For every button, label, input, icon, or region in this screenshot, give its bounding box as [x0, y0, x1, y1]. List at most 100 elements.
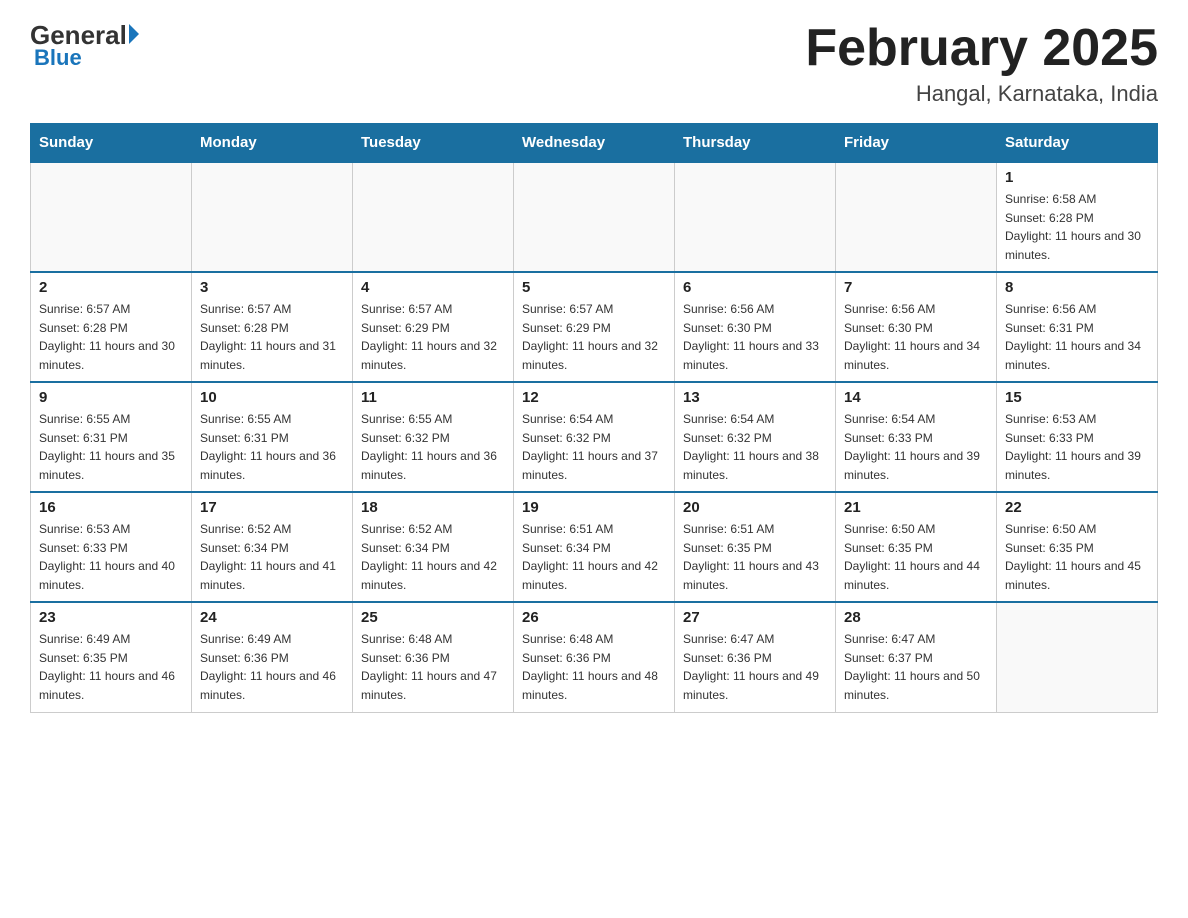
- day-number: 16: [39, 499, 183, 516]
- day-info: Sunrise: 6:48 AMSunset: 6:36 PMDaylight:…: [361, 630, 505, 704]
- day-number: 24: [200, 609, 344, 626]
- calendar-cell: 7Sunrise: 6:56 AMSunset: 6:30 PMDaylight…: [836, 272, 997, 382]
- calendar-cell: 8Sunrise: 6:56 AMSunset: 6:31 PMDaylight…: [997, 272, 1158, 382]
- day-info: Sunrise: 6:49 AMSunset: 6:35 PMDaylight:…: [39, 630, 183, 704]
- calendar-body: 1 Sunrise: 6:58 AMSunset: 6:28 PMDaylight…: [31, 162, 1158, 712]
- day-number: 21: [844, 499, 988, 516]
- day-info: Sunrise: 6:50 AMSunset: 6:35 PMDaylight:…: [844, 520, 988, 594]
- calendar-cell: 11Sunrise: 6:55 AMSunset: 6:32 PMDayligh…: [353, 382, 514, 492]
- day-info: Sunrise: 6:57 AMSunset: 6:28 PMDaylight:…: [39, 300, 183, 374]
- day-info: Sunrise: 6:48 AMSunset: 6:36 PMDaylight:…: [522, 630, 666, 704]
- day-info: Sunrise: 6:54 AMSunset: 6:32 PMDaylight:…: [683, 410, 827, 484]
- page-header: General Blue February 2025 Hangal, Karna…: [30, 20, 1158, 107]
- day-of-week-friday: Friday: [836, 124, 997, 163]
- day-of-week-thursday: Thursday: [675, 124, 836, 163]
- day-info: Sunrise: 6:55 AMSunset: 6:31 PMDaylight:…: [200, 410, 344, 484]
- calendar-cell: [192, 162, 353, 272]
- calendar-cell: [31, 162, 192, 272]
- day-number: 8: [1005, 279, 1149, 296]
- calendar-cell: [675, 162, 836, 272]
- day-number: 18: [361, 499, 505, 516]
- day-number: 19: [522, 499, 666, 516]
- day-of-week-tuesday: Tuesday: [353, 124, 514, 163]
- day-number: 14: [844, 389, 988, 406]
- calendar-cell: 10 Sunrise: 6:55 AMSunset: 6:31 PMDayligh…: [192, 382, 353, 492]
- location-title: Hangal, Karnataka, India: [805, 81, 1158, 107]
- calendar-cell: 18 Sunrise: 6:52 AMSunset: 6:34 PMDayligh…: [353, 492, 514, 602]
- day-number: 20: [683, 499, 827, 516]
- day-number: 23: [39, 609, 183, 626]
- calendar-cell: 20 Sunrise: 6:51 AMSunset: 6:35 PMDayligh…: [675, 492, 836, 602]
- day-info: Sunrise: 6:50 AMSunset: 6:35 PMDaylight:…: [1005, 520, 1149, 594]
- day-info: Sunrise: 6:57 AMSunset: 6:29 PMDaylight:…: [522, 300, 666, 374]
- day-number: 4: [361, 279, 505, 296]
- day-info: Sunrise: 6:54 AMSunset: 6:32 PMDaylight:…: [522, 410, 666, 484]
- day-number: 7: [844, 279, 988, 296]
- day-info: Sunrise: 6:51 AMSunset: 6:35 PMDaylight:…: [683, 520, 827, 594]
- calendar-cell: 23 Sunrise: 6:49 AMSunset: 6:35 PMDayligh…: [31, 602, 192, 712]
- day-of-week-sunday: Sunday: [31, 124, 192, 163]
- day-number: 5: [522, 279, 666, 296]
- calendar-cell: 14 Sunrise: 6:54 AMSunset: 6:33 PMDayligh…: [836, 382, 997, 492]
- day-info: Sunrise: 6:47 AMSunset: 6:36 PMDaylight:…: [683, 630, 827, 704]
- calendar-week-5: 23 Sunrise: 6:49 AMSunset: 6:35 PMDayligh…: [31, 602, 1158, 712]
- calendar-cell: [997, 602, 1158, 712]
- calendar-cell: [836, 162, 997, 272]
- calendar-week-1: 1 Sunrise: 6:58 AMSunset: 6:28 PMDaylight…: [31, 162, 1158, 272]
- days-of-week-row: SundayMondayTuesdayWednesdayThursdayFrid…: [31, 124, 1158, 163]
- day-of-week-wednesday: Wednesday: [514, 124, 675, 163]
- calendar-cell: 4 Sunrise: 6:57 AMSunset: 6:29 PMDaylight…: [353, 272, 514, 382]
- day-number: 3: [200, 279, 344, 296]
- calendar-cell: 15Sunrise: 6:53 AMSunset: 6:33 PMDayligh…: [997, 382, 1158, 492]
- calendar-cell: 13 Sunrise: 6:54 AMSunset: 6:32 PMDayligh…: [675, 382, 836, 492]
- calendar-cell: 17 Sunrise: 6:52 AMSunset: 6:34 PMDayligh…: [192, 492, 353, 602]
- calendar-cell: [353, 162, 514, 272]
- title-block: February 2025 Hangal, Karnataka, India: [805, 20, 1158, 107]
- calendar-cell: 27 Sunrise: 6:47 AMSunset: 6:36 PMDayligh…: [675, 602, 836, 712]
- day-number: 17: [200, 499, 344, 516]
- calendar-table: SundayMondayTuesdayWednesdayThursdayFrid…: [30, 123, 1158, 713]
- day-number: 26: [522, 609, 666, 626]
- calendar-week-2: 2 Sunrise: 6:57 AMSunset: 6:28 PMDaylight…: [31, 272, 1158, 382]
- calendar-cell: 12Sunrise: 6:54 AMSunset: 6:32 PMDayligh…: [514, 382, 675, 492]
- calendar-cell: 28Sunrise: 6:47 AMSunset: 6:37 PMDayligh…: [836, 602, 997, 712]
- day-info: Sunrise: 6:58 AMSunset: 6:28 PMDaylight:…: [1005, 190, 1149, 264]
- day-info: Sunrise: 6:52 AMSunset: 6:34 PMDaylight:…: [200, 520, 344, 594]
- calendar-cell: 21 Sunrise: 6:50 AMSunset: 6:35 PMDayligh…: [836, 492, 997, 602]
- calendar-cell: 19 Sunrise: 6:51 AMSunset: 6:34 PMDayligh…: [514, 492, 675, 602]
- calendar-cell: 6Sunrise: 6:56 AMSunset: 6:30 PMDaylight…: [675, 272, 836, 382]
- day-info: Sunrise: 6:56 AMSunset: 6:30 PMDaylight:…: [683, 300, 827, 374]
- day-number: 28: [844, 609, 988, 626]
- day-number: 13: [683, 389, 827, 406]
- calendar-cell: [514, 162, 675, 272]
- logo-blue-text: Blue: [34, 45, 82, 71]
- day-number: 1: [1005, 169, 1149, 186]
- day-info: Sunrise: 6:55 AMSunset: 6:31 PMDaylight:…: [39, 410, 183, 484]
- logo: General Blue: [30, 20, 139, 71]
- calendar-cell: 24 Sunrise: 6:49 AMSunset: 6:36 PMDayligh…: [192, 602, 353, 712]
- calendar-cell: 22 Sunrise: 6:50 AMSunset: 6:35 PMDayligh…: [997, 492, 1158, 602]
- day-info: Sunrise: 6:54 AMSunset: 6:33 PMDaylight:…: [844, 410, 988, 484]
- day-number: 10: [200, 389, 344, 406]
- calendar-week-3: 9 Sunrise: 6:55 AMSunset: 6:31 PMDaylight…: [31, 382, 1158, 492]
- calendar-cell: 25Sunrise: 6:48 AMSunset: 6:36 PMDayligh…: [353, 602, 514, 712]
- calendar-cell: 9 Sunrise: 6:55 AMSunset: 6:31 PMDaylight…: [31, 382, 192, 492]
- logo-arrow-icon: [129, 24, 139, 44]
- day-info: Sunrise: 6:53 AMSunset: 6:33 PMDaylight:…: [39, 520, 183, 594]
- calendar-cell: 5 Sunrise: 6:57 AMSunset: 6:29 PMDaylight…: [514, 272, 675, 382]
- month-title: February 2025: [805, 20, 1158, 77]
- day-of-week-monday: Monday: [192, 124, 353, 163]
- day-info: Sunrise: 6:51 AMSunset: 6:34 PMDaylight:…: [522, 520, 666, 594]
- day-number: 15: [1005, 389, 1149, 406]
- day-info: Sunrise: 6:49 AMSunset: 6:36 PMDaylight:…: [200, 630, 344, 704]
- day-info: Sunrise: 6:52 AMSunset: 6:34 PMDaylight:…: [361, 520, 505, 594]
- day-number: 22: [1005, 499, 1149, 516]
- day-number: 9: [39, 389, 183, 406]
- day-number: 2: [39, 279, 183, 296]
- calendar-cell: 26 Sunrise: 6:48 AMSunset: 6:36 PMDayligh…: [514, 602, 675, 712]
- day-number: 27: [683, 609, 827, 626]
- calendar-cell: 3Sunrise: 6:57 AMSunset: 6:28 PMDaylight…: [192, 272, 353, 382]
- calendar-cell: 2 Sunrise: 6:57 AMSunset: 6:28 PMDaylight…: [31, 272, 192, 382]
- day-info: Sunrise: 6:57 AMSunset: 6:29 PMDaylight:…: [361, 300, 505, 374]
- day-info: Sunrise: 6:55 AMSunset: 6:32 PMDaylight:…: [361, 410, 505, 484]
